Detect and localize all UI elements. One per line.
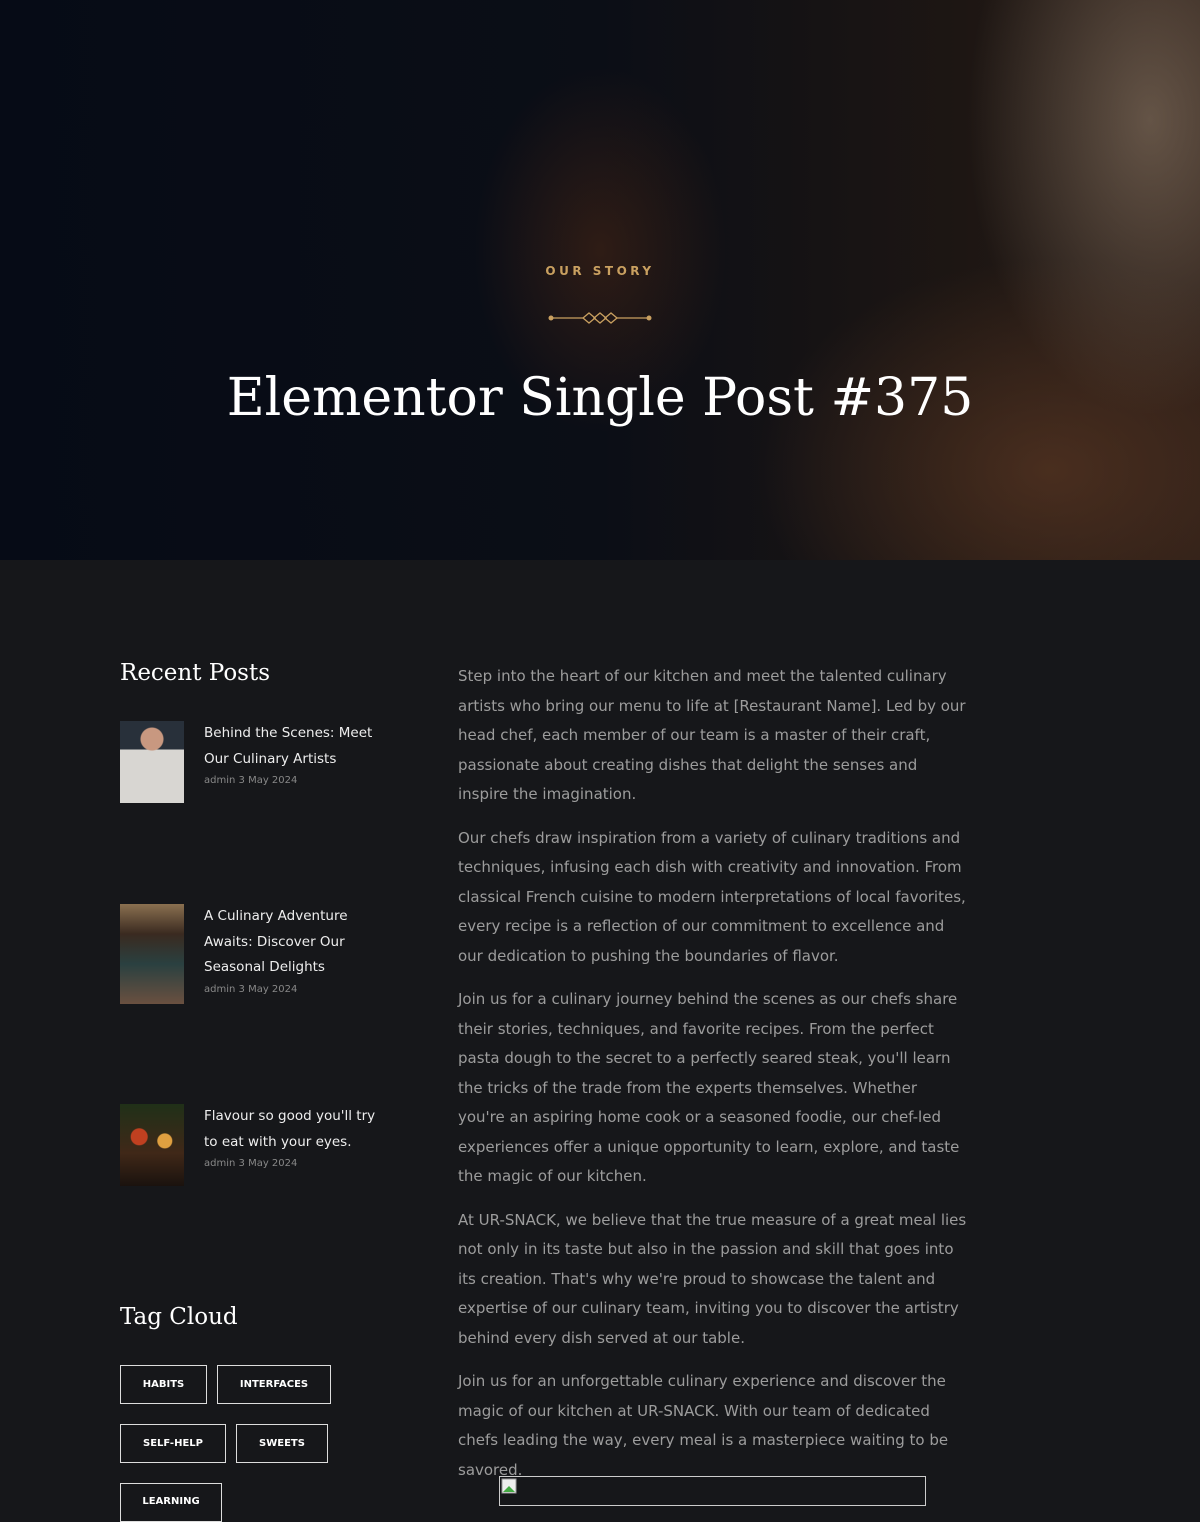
paragraph: At UR-SNACK, we believe that the true me… — [458, 1210, 967, 1347]
paragraph: Join us for an unforgettable culinary ex… — [458, 1372, 949, 1479]
paragraph: Join us for a culinary journey behind th… — [458, 990, 960, 1185]
paragraph: Our chefs draw inspiration from a variet… — [458, 828, 966, 965]
post-thumbnail-restaurant[interactable] — [120, 904, 184, 1004]
post-title[interactable]: Flavour so good you'll try to eat with y… — [204, 1108, 375, 1150]
post-meta: admin 3 May 2024 — [204, 983, 298, 995]
tag-habits[interactable]: HABITS — [120, 1365, 207, 1404]
post-thumbnail-chef[interactable] — [120, 721, 184, 803]
post-thumbnail-food[interactable] — [120, 1104, 184, 1186]
broken-image — [499, 1476, 926, 1506]
post-content: Step into the heart of our kitchen and m… — [458, 662, 968, 1499]
page-title: Elementor Single Post #375 — [226, 368, 974, 428]
tag-learning[interactable]: LEARNING — [120, 1483, 222, 1522]
hero-eyebrow: OUR STORY — [545, 264, 655, 278]
tag-cloud-heading: Tag Cloud — [120, 1304, 238, 1330]
tag-interfaces[interactable]: INTERFACES — [217, 1365, 331, 1404]
post-meta: admin 3 May 2024 — [204, 775, 298, 786]
hero-banner: OUR STORY Elementor Single Post #375 — [0, 0, 1200, 560]
post-title[interactable]: A Culinary Adventure Awaits: Discover Ou… — [204, 908, 348, 975]
tag-sweets[interactable]: SWEETS — [236, 1424, 328, 1463]
broken-image-icon — [501, 1478, 517, 1494]
paragraph: Step into the heart of our kitchen and m… — [458, 667, 966, 803]
sidebar: Recent Posts Behind the Scenes: Meet Our… — [120, 660, 390, 1522]
tag-self-help[interactable]: SELF-HELP — [120, 1424, 226, 1463]
post-meta: admin 3 May 2024 — [204, 1158, 298, 1169]
post-title[interactable]: Behind the Scenes: Meet Our Culinary Art… — [204, 725, 372, 767]
ornament-divider-icon — [548, 312, 652, 324]
recent-posts-heading: Recent Posts — [120, 660, 271, 686]
